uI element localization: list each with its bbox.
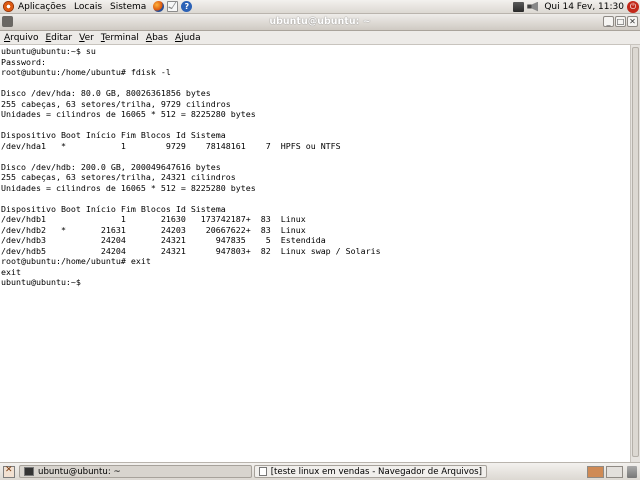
scrollbar-thumb[interactable] <box>632 47 639 457</box>
show-desktop-icon[interactable] <box>3 465 15 478</box>
menu-arquivo[interactable]: Arquivo <box>0 33 41 43</box>
terminal-line: /dev/hda1 * 1 9729 78148161 7 HPFS ou NT… <box>1 140 341 151</box>
terminal-line: /dev/hdb5 24204 24321 947803+ 82 Linux s… <box>1 245 381 256</box>
power-icon[interactable]: ⏻ <box>627 0 639 13</box>
mail-icon[interactable] <box>167 1 179 12</box>
terminal-line: root@ubuntu:/home/ubuntu# fdisk -l <box>1 67 171 77</box>
menu-bar: Arquivo Editar Ver Terminal Abas Ajuda <box>0 31 640 45</box>
terminal-line: Disco /dev/hdb: 200.0 GB, 200049647616 b… <box>1 161 221 172</box>
terminal-area[interactable]: ubuntu@ubuntu:~$ su Password: root@ubuntu:… <box>0 45 630 462</box>
terminal-output: ubuntu@ubuntu:~$ su Password: root@ubuntu:… <box>0 45 630 289</box>
volume-icon[interactable] <box>527 1 539 12</box>
workspace-2[interactable] <box>606 465 623 478</box>
menu-places[interactable]: Locais <box>70 2 106 12</box>
window-controls: _ □ ✕ <box>603 16 638 27</box>
window-title-bar[interactable]: ubuntu@ubuntu: ~ _ □ ✕ <box>0 14 640 31</box>
terminal-line: Dispositivo Boot Início Fim Blocos Id Si… <box>1 203 226 214</box>
menu-ver[interactable]: Ver <box>75 33 97 43</box>
menu-system[interactable]: Sistema <box>106 2 150 12</box>
terminal-line: Unidades = cilindros de 16065 * 512 = 82… <box>1 109 256 119</box>
terminal-line: exit <box>1 266 21 277</box>
minimize-button[interactable]: _ <box>603 16 614 27</box>
terminal-line: Password: <box>1 56 46 67</box>
terminal-line: /dev/hdb2 * 21631 24203 20667622+ 83 Lin… <box>1 224 306 235</box>
terminal-line: Unidades = cilindros de 16065 * 512 = 82… <box>1 182 256 193</box>
terminal-line: 255 cabeças, 63 setores/trilha, 9729 cil… <box>1 98 231 109</box>
menu-terminal[interactable]: Terminal <box>97 33 142 43</box>
terminal-line: root@ubuntu:/home/ubuntu# exit <box>1 256 151 266</box>
taskbar-file-browser-label: [teste linux em vendas - Navegador de Ar… <box>270 466 482 477</box>
terminal-line: ubuntu@ubuntu:~$ su <box>1 46 96 56</box>
taskbar-terminal-button[interactable]: ubuntu@ubuntu: ~ <box>19 465 252 478</box>
terminal-line: ubuntu@ubuntu:~$ <box>1 277 81 287</box>
firefox-icon[interactable] <box>153 1 165 12</box>
menu-ajuda[interactable]: Ajuda <box>171 33 204 43</box>
taskbar-file-browser-button[interactable]: [teste linux em vendas - Navegador de Ar… <box>254 465 487 478</box>
terminal-line: Dispositivo Boot Início Fim Blocos Id Si… <box>1 130 226 140</box>
bottom-panel: ubuntu@ubuntu: ~ [teste linux em vendas … <box>0 462 640 480</box>
menu-abas[interactable]: Abas <box>142 33 171 43</box>
network-icon[interactable] <box>513 1 525 12</box>
menu-applications[interactable]: Aplicações <box>14 2 70 12</box>
maximize-button[interactable]: □ <box>615 16 626 27</box>
ubuntu-logo-icon[interactable] <box>3 1 14 12</box>
menu-editar[interactable]: Editar <box>41 33 75 43</box>
terminal-task-icon <box>24 467 34 476</box>
taskbar-terminal-label: ubuntu@ubuntu: ~ <box>38 466 121 477</box>
terminal-line: /dev/hdb1 1 21630 173742187+ 83 Linux <box>1 214 306 224</box>
close-button[interactable]: ✕ <box>627 16 638 27</box>
terminal-line: /dev/hdb3 24204 24321 947835 5 Estendida <box>1 235 326 245</box>
terminal-line: Disco /dev/hda: 80.0 GB, 80026361856 byt… <box>1 88 211 98</box>
terminal-line: 255 cabeças, 63 setores/trilha, 24321 ci… <box>1 172 236 182</box>
terminal-scrollbar[interactable] <box>630 45 640 462</box>
files-task-icon <box>259 467 267 476</box>
workspace-switcher <box>587 465 623 478</box>
clock[interactable]: Qui 14 Fev, 11:30 <box>541 2 627 12</box>
trash-icon[interactable] <box>627 465 637 478</box>
top-panel: Aplicações Locais Sistema ? Qui 14 Fev, … <box>0 0 640 14</box>
help-icon[interactable]: ? <box>181 1 193 12</box>
window-title: ubuntu@ubuntu: ~ <box>269 16 371 27</box>
workspace-1[interactable] <box>587 465 604 478</box>
